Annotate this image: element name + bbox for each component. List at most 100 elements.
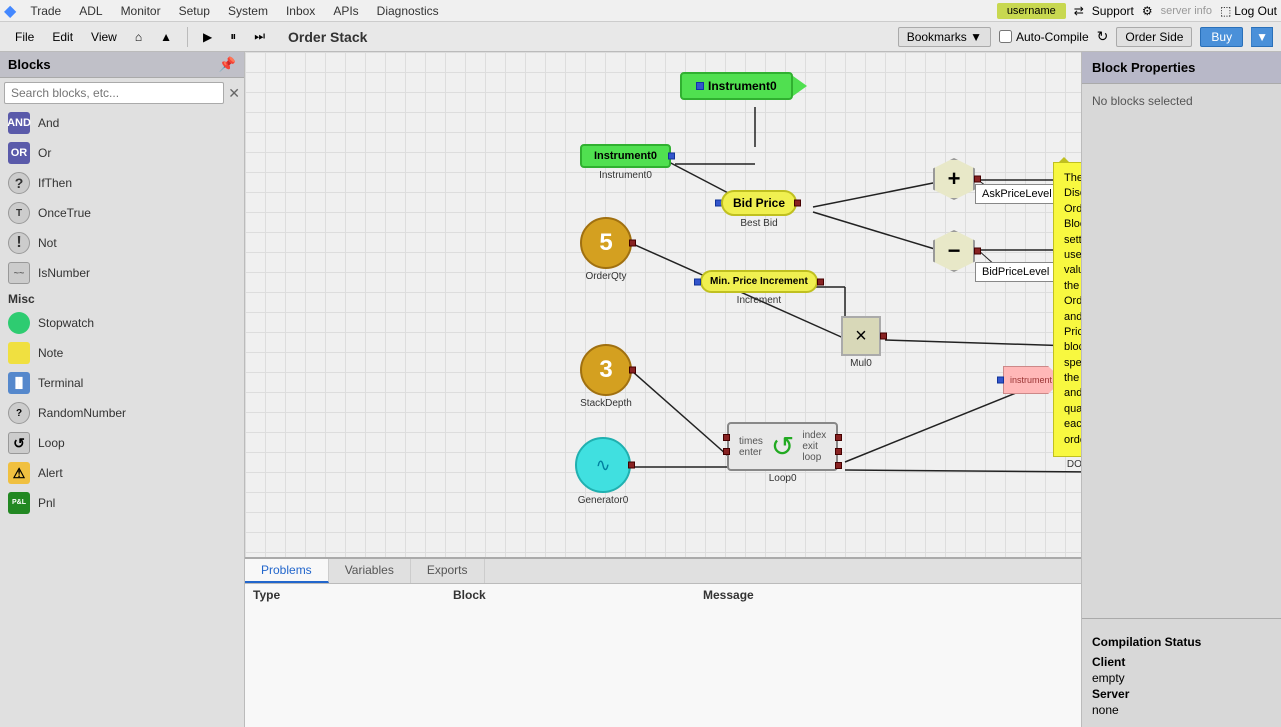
menu-diagnostics[interactable]: Diagnostics bbox=[369, 2, 447, 20]
buy-btn[interactable]: Buy bbox=[1200, 27, 1243, 47]
increment-block[interactable]: Min. Price Increment Increment bbox=[700, 270, 818, 306]
edit-menu-btn[interactable]: Edit bbox=[45, 27, 80, 47]
sidebar-item-oncetrue[interactable]: T OnceTrue bbox=[0, 198, 244, 228]
minus-block[interactable]: − bbox=[933, 230, 975, 272]
terminal-icon: ▐▌ bbox=[8, 372, 30, 394]
server-label: Server bbox=[1092, 687, 1129, 701]
sync-icon[interactable]: ⇄ bbox=[1074, 4, 1084, 18]
canvas[interactable]: Instrument0 Instrument0 Instrument0 Bid … bbox=[245, 52, 1081, 557]
sidebar-title: Blocks bbox=[8, 57, 51, 72]
sidebar-item-ifthen[interactable]: ? IfThen bbox=[0, 168, 244, 198]
sidebar-item-random[interactable]: ? RandomNumber bbox=[0, 398, 244, 428]
bid-price-block[interactable]: Bid Price Best Bid bbox=[721, 190, 797, 229]
sidebar-item-not[interactable]: ! Not bbox=[0, 228, 244, 258]
up-nav-btn[interactable]: ▲ bbox=[153, 27, 179, 47]
server-value: none bbox=[1092, 703, 1119, 717]
col-block: Block bbox=[453, 588, 703, 602]
ifthen-icon: ? bbox=[8, 172, 30, 194]
tab-exports[interactable]: Exports bbox=[411, 559, 485, 583]
generator-label: Generator0 bbox=[575, 495, 631, 506]
bid-price-sublabel: Best Bid bbox=[721, 218, 797, 229]
sidebar-item-or[interactable]: OR Or bbox=[0, 138, 244, 168]
sidebar-item-and[interactable]: AND And bbox=[0, 108, 244, 138]
loop-block[interactable]: times enter ↺ index exit loop bbox=[727, 422, 838, 484]
instrument0-top-label: Instrument0 bbox=[708, 79, 777, 93]
ask-price-level: AskPriceLevel bbox=[975, 184, 1059, 204]
buy-dropdown-arrow[interactable]: ▼ bbox=[1251, 27, 1273, 47]
play-btn[interactable]: ▶ bbox=[196, 27, 219, 47]
bottom-panel: Problems Variables Exports Type Block Me… bbox=[245, 557, 1081, 727]
file-menu-btn[interactable]: File bbox=[8, 27, 41, 47]
and-icon: AND bbox=[8, 112, 30, 134]
col-message: Message bbox=[703, 588, 1073, 602]
compilation-status: Compilation Status Client empty Server n… bbox=[1082, 627, 1281, 727]
sidebar-item-terminal[interactable]: ▐▌ Terminal bbox=[0, 368, 244, 398]
generator-block[interactable]: ∿ Generator0 bbox=[575, 437, 631, 506]
refresh-icon[interactable]: ↻ bbox=[1097, 28, 1109, 45]
sidebar-item-stopwatch[interactable]: Stopwatch bbox=[0, 308, 244, 338]
menu-setup[interactable]: Setup bbox=[171, 2, 218, 20]
sidebar-item-isnumber[interactable]: ~~ IsNumber bbox=[0, 258, 244, 288]
tab-variables[interactable]: Variables bbox=[329, 559, 411, 583]
sidebar-item-pnl-label: Pnl bbox=[38, 496, 55, 510]
main-layout: Blocks 📌 ✕ AND And OR Or ? IfThen T Once bbox=[0, 52, 1281, 727]
auto-compile-checkbox[interactable] bbox=[999, 30, 1012, 43]
menu-system[interactable]: System bbox=[220, 2, 276, 20]
mul-block[interactable]: × Mul0 bbox=[841, 316, 881, 369]
sidebar-item-oncetrue-label: OnceTrue bbox=[38, 206, 91, 220]
settings-icon[interactable]: ⚙ bbox=[1142, 4, 1153, 18]
canvas-area: Instrument0 Instrument0 Instrument0 Bid … bbox=[245, 52, 1081, 727]
server-status-row: Server bbox=[1092, 687, 1271, 701]
stopwatch-icon bbox=[8, 312, 30, 334]
increment-sublabel: Increment bbox=[700, 295, 818, 306]
alert-icon: ⚠ bbox=[8, 462, 30, 484]
instrument0-left-label: Instrument0 bbox=[594, 150, 657, 162]
page-title: Order Stack bbox=[288, 29, 367, 45]
random-icon: ? bbox=[8, 402, 30, 424]
skip-btn[interactable]: ⏭ bbox=[247, 26, 272, 47]
sidebar-header: Blocks 📌 bbox=[0, 52, 244, 78]
client-value-row: empty bbox=[1092, 671, 1271, 685]
loop-index-port: index bbox=[802, 430, 826, 441]
stackdepth-block[interactable]: 3 StackDepth bbox=[580, 344, 632, 409]
sidebar-item-pnl[interactable]: P&L Pnl bbox=[0, 488, 244, 518]
search-input[interactable] bbox=[4, 82, 224, 104]
menu-trade[interactable]: Trade bbox=[22, 2, 69, 20]
search-clear-btn[interactable]: ✕ bbox=[228, 82, 240, 104]
orderqty-block[interactable]: 5 OrderQty bbox=[580, 217, 632, 282]
home-nav-btn[interactable]: ⌂ bbox=[128, 27, 149, 47]
sidebar-pin-btn[interactable]: 📌 bbox=[219, 56, 236, 73]
not-icon: ! bbox=[8, 232, 30, 254]
logout-btn[interactable]: ⬚ Log Out bbox=[1220, 4, 1277, 18]
sidebar-item-note[interactable]: Note bbox=[0, 338, 244, 368]
view-menu-btn[interactable]: View bbox=[84, 27, 124, 47]
sidebar-search-area: ✕ bbox=[0, 78, 244, 108]
menu-apis[interactable]: APIs bbox=[325, 2, 366, 20]
pause-btn[interactable]: ⏸ bbox=[223, 26, 243, 47]
right-panel: Block Properties No blocks selected Comp… bbox=[1081, 52, 1281, 727]
note-block[interactable]: The Discrete Order Block settings use th… bbox=[1053, 162, 1081, 470]
server-info: server info bbox=[1161, 5, 1212, 17]
misc-section-header: Misc bbox=[0, 288, 244, 308]
bottom-columns: Type Block Message bbox=[245, 584, 1081, 606]
instrument0-top-block[interactable]: Instrument0 bbox=[680, 72, 793, 100]
tab-problems[interactable]: Problems bbox=[245, 559, 329, 583]
menu-monitor[interactable]: Monitor bbox=[113, 2, 169, 20]
order-side-btn[interactable]: Order Side bbox=[1116, 27, 1192, 47]
menu-bar-right: username ⇄ Support ⚙ server info ⬚ Log O… bbox=[997, 3, 1277, 19]
mul-label: Mul0 bbox=[841, 358, 881, 369]
support-link[interactable]: Support bbox=[1092, 4, 1134, 18]
block-properties-content: No blocks selected bbox=[1082, 84, 1281, 610]
bookmarks-btn[interactable]: Bookmarks ▼ bbox=[898, 27, 991, 47]
sidebar-item-terminal-label: Terminal bbox=[38, 376, 83, 390]
instrument0-left-block[interactable]: Instrument0 Instrument0 bbox=[580, 144, 671, 181]
increment-label: Min. Price Increment bbox=[710, 276, 808, 287]
sidebar-item-loop[interactable]: ↺ Loop bbox=[0, 428, 244, 458]
plus-block[interactable]: + bbox=[933, 158, 975, 200]
menu-adl[interactable]: ADL bbox=[71, 2, 110, 20]
auto-compile-label: Auto-Compile bbox=[999, 30, 1089, 44]
menu-inbox[interactable]: Inbox bbox=[278, 2, 323, 20]
sidebar-item-alert[interactable]: ⚠ Alert bbox=[0, 458, 244, 488]
account-dropdown[interactable]: username bbox=[997, 3, 1066, 19]
loop-icon-visual: ↺ bbox=[771, 430, 794, 463]
